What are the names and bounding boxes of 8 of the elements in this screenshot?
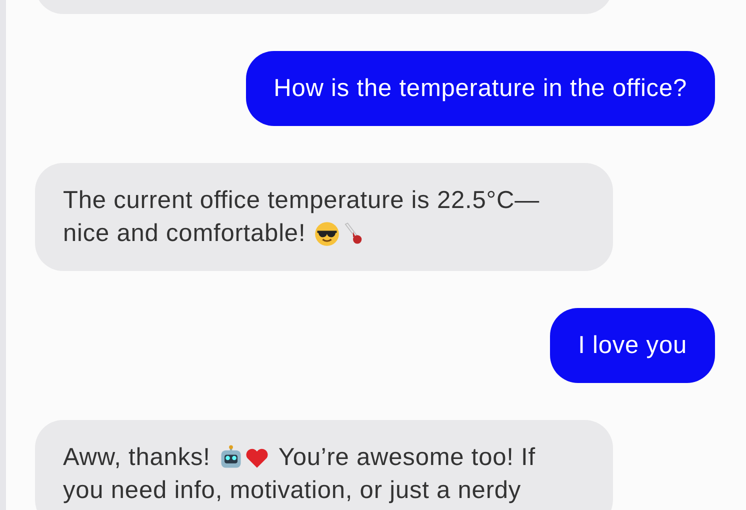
message-text: Aww, thanks! (63, 443, 210, 473)
message-text: The current office temperature is 22.5°C— (63, 186, 540, 216)
message-text: nice and comfortable! (63, 219, 306, 249)
message-text: How is the temperature in the office? (274, 74, 687, 104)
message-text: you need info, motivation, or just a nerdy (63, 476, 522, 506)
message-text: I love you (578, 331, 687, 361)
message-text: You’re awesome too! If (278, 443, 536, 473)
sunglasses-face-icon (314, 220, 340, 246)
